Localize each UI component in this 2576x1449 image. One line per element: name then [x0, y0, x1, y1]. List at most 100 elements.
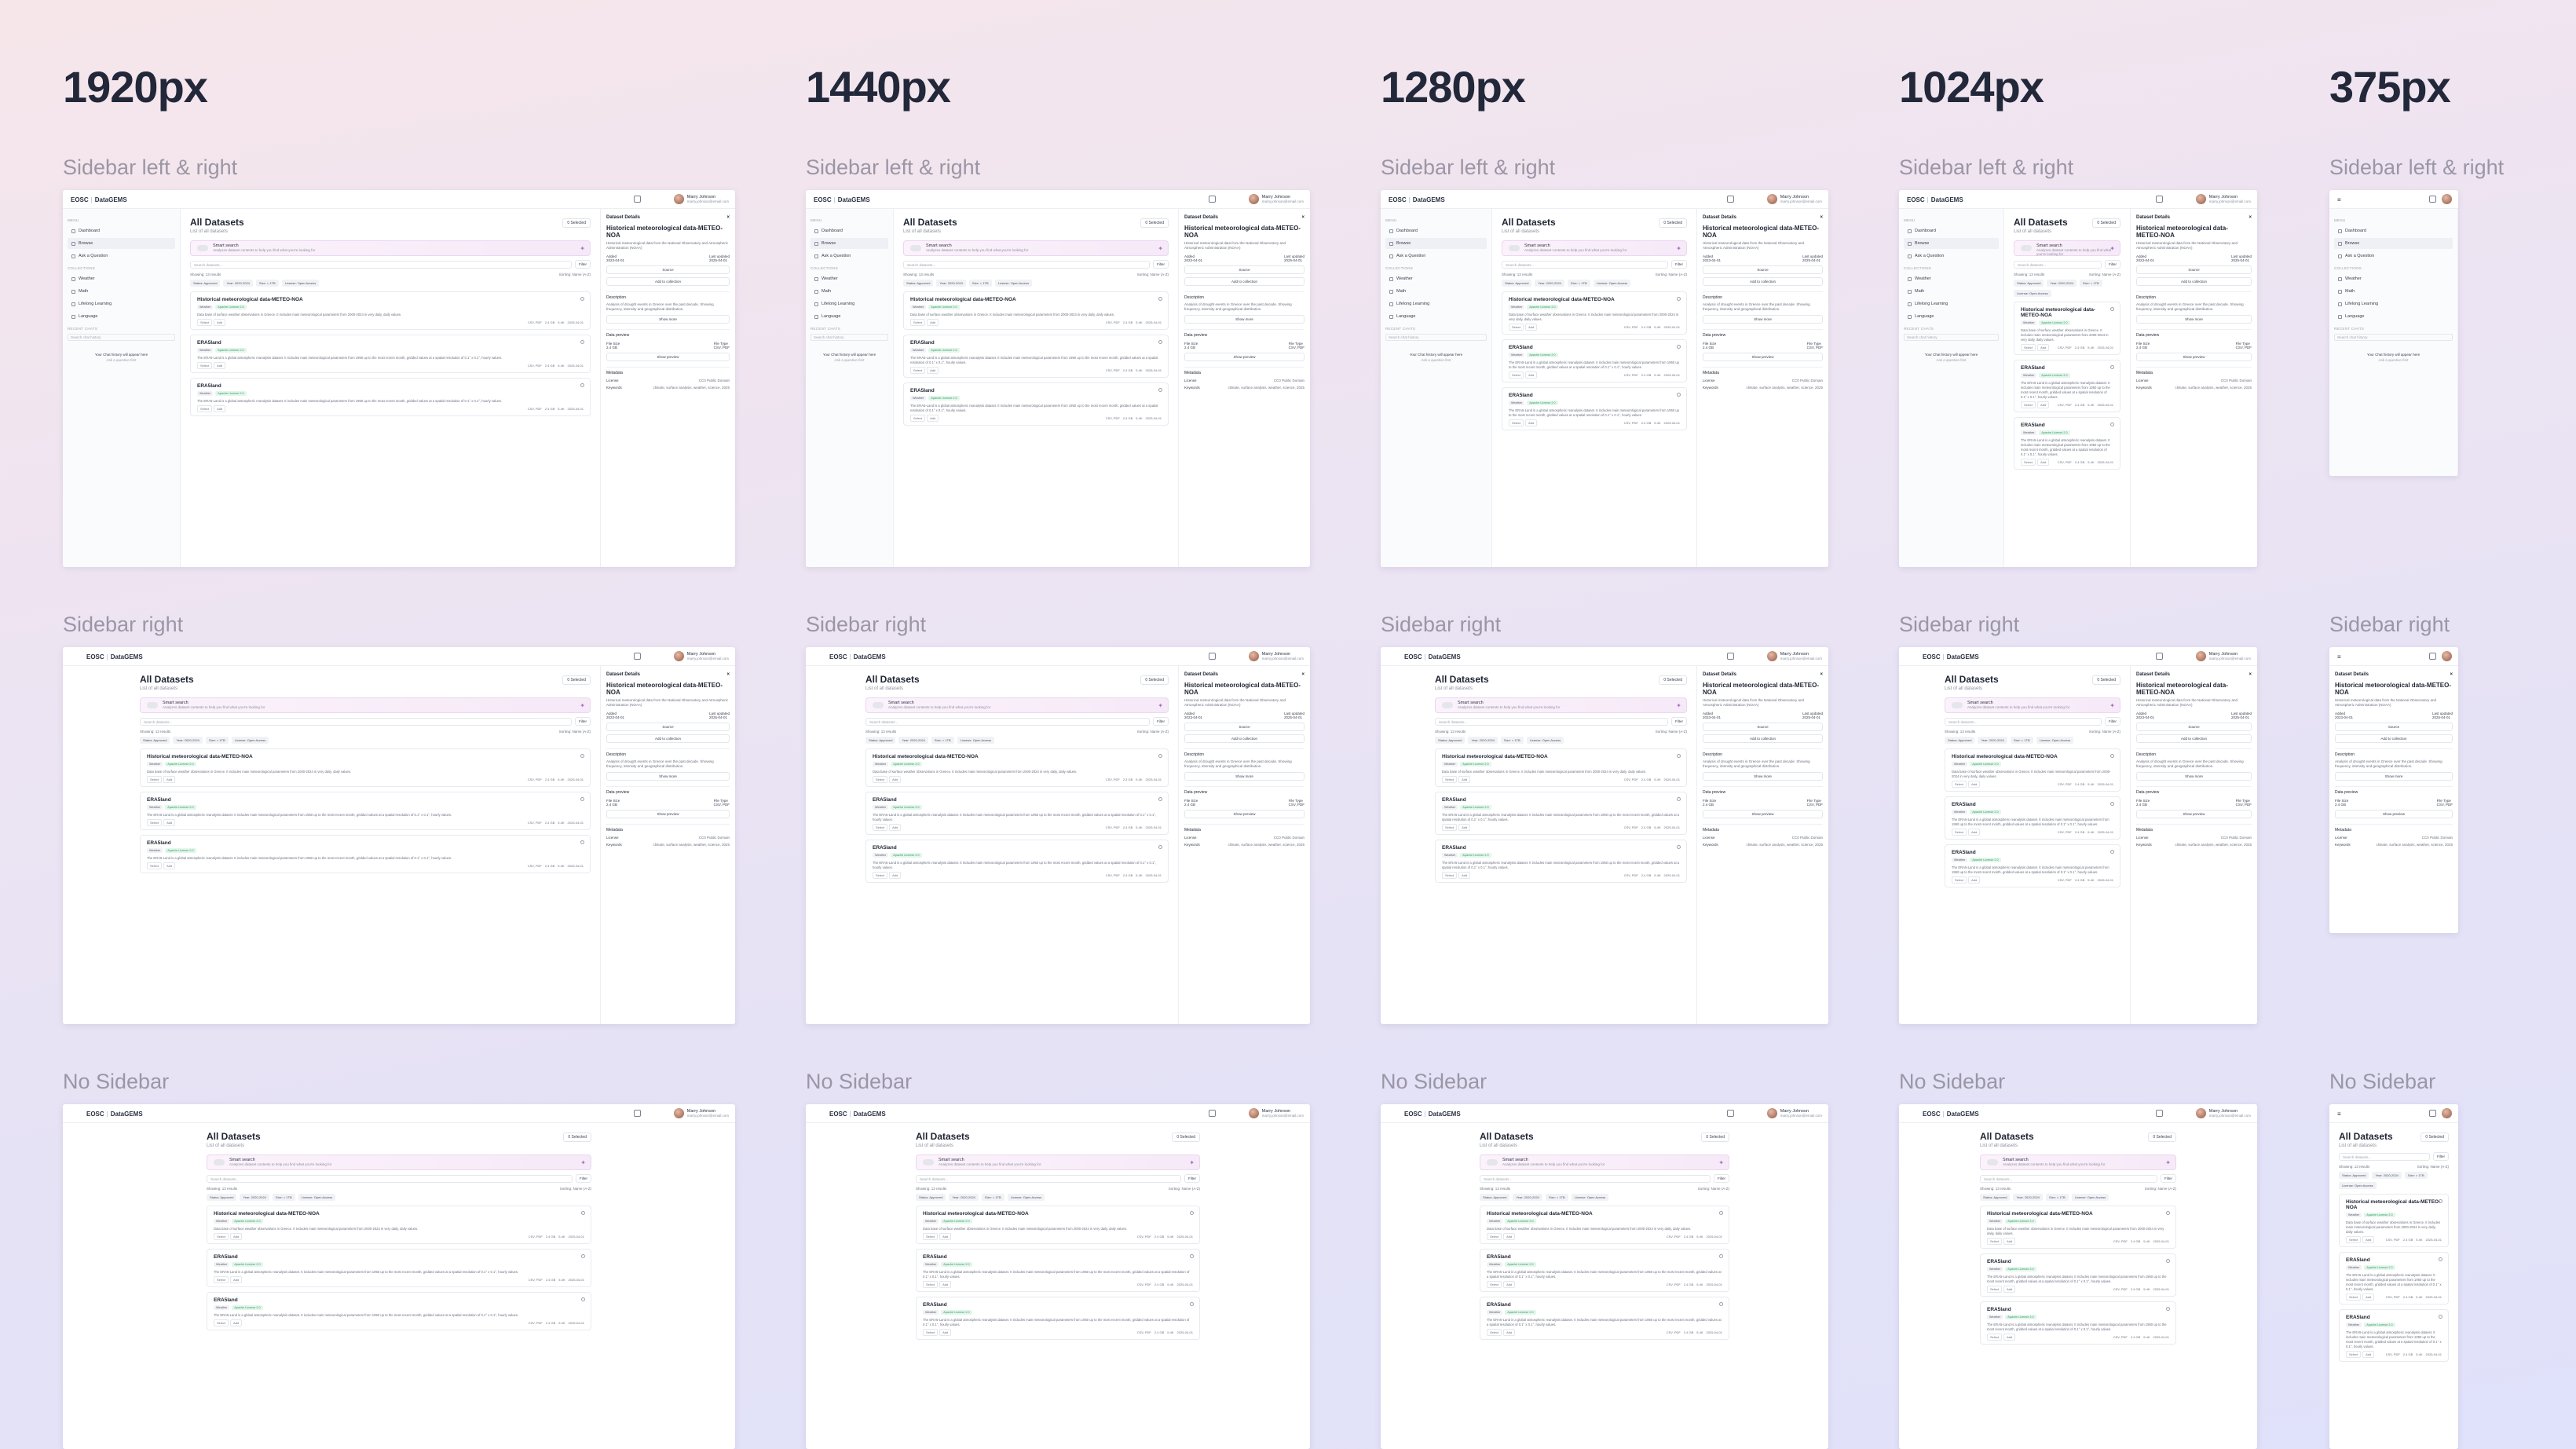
app-logo[interactable]: EOSC | DataGEMS	[86, 653, 143, 660]
add-button[interactable]: Add	[927, 319, 939, 326]
dataset-card[interactable]: ERA5land Weather Apache License 2.0 The ERA…	[1480, 1249, 1729, 1292]
show-more-button[interactable]: Show more	[2136, 772, 2252, 781]
user-menu[interactable]: Marry Johnson marry.johnson@email.com	[1766, 1108, 1822, 1118]
select-button[interactable]: Select	[1952, 876, 1967, 884]
source-button[interactable]: Source	[2335, 723, 2453, 731]
filter-chip[interactable]: Size: < 1TB	[931, 737, 954, 744]
add-button[interactable]: Add	[889, 824, 902, 831]
filter-chip[interactable]: Status: Approved	[1502, 280, 1532, 287]
filter-chip[interactable]: Year: 2020-2024	[2372, 1172, 2402, 1179]
select-button[interactable]: Select	[197, 405, 213, 412]
filter-chip[interactable]: Year: 2020-2024	[240, 1194, 269, 1201]
dataset-card[interactable]: Historical meteorological data-METEO-NOA…	[1480, 1206, 1729, 1244]
sorting-select[interactable]: Sorting: Name (A-Z)	[1137, 273, 1169, 276]
close-icon[interactable]: ×	[2249, 215, 2252, 220]
search-input[interactable]: Search datasets...	[2014, 260, 2102, 269]
smart-search-toggle[interactable]	[1509, 245, 1520, 251]
collection-item[interactable]: Weather	[68, 273, 175, 284]
share-icon[interactable]	[2156, 653, 2163, 660]
add-button[interactable]: Add	[163, 862, 176, 869]
bookmark-icon[interactable]	[1677, 754, 1681, 758]
show-preview-button[interactable]: Show preview	[606, 353, 730, 361]
app-logo[interactable]: ≡	[2337, 196, 2341, 203]
search-input[interactable]: Search datasets...	[1502, 260, 1668, 269]
share-icon[interactable]	[1209, 196, 1216, 203]
bookmark-icon[interactable]	[2110, 850, 2114, 854]
sorting-select[interactable]: Sorting: Name (A-Z)	[2089, 273, 2120, 276]
app-logo[interactable]: EOSC | DataGEMS	[1923, 1111, 1979, 1118]
source-button[interactable]: Source	[2136, 265, 2252, 274]
select-button[interactable]: Select	[1509, 324, 1524, 331]
user-menu[interactable]: Marry Johnson marry.johnson@email.com	[1248, 194, 1304, 204]
selected-button[interactable]: 0 Selected	[2092, 218, 2120, 228]
add-to-collection-button[interactable]: Add to collection	[1703, 277, 1823, 286]
filter-chip[interactable]: License: Open Access	[1526, 737, 1564, 744]
source-button[interactable]: Source	[606, 265, 730, 274]
dataset-card[interactable]: ERA5land Weather Apache License 2.0 The ERA…	[1502, 339, 1687, 382]
sorting-select[interactable]: Sorting: Name (A-Z)	[1169, 1187, 1200, 1191]
bookmark-icon[interactable]	[1190, 1254, 1194, 1258]
search-input[interactable]: Search datasets...	[207, 1174, 573, 1183]
filter-chip[interactable]: Size: < 1TB	[981, 1194, 1004, 1201]
dataset-title[interactable]: Historical meteorological data-METEO-NOA	[1509, 297, 1680, 302]
show-more-button[interactable]: Show more	[2136, 315, 2252, 324]
add-button[interactable]: Add	[1458, 872, 1471, 879]
user-menu[interactable]: Marry Johnson marry.johnson@email.com	[1248, 651, 1304, 661]
app-logo[interactable]: EOSC | DataGEMS	[814, 196, 870, 203]
share-icon[interactable]	[634, 1110, 641, 1117]
bookmark-icon[interactable]	[2110, 365, 2114, 369]
filter-button[interactable]: Filter	[575, 717, 591, 726]
select-button[interactable]: Select	[910, 319, 926, 326]
show-more-button[interactable]: Show more	[606, 772, 730, 781]
select-button[interactable]: Select	[1952, 829, 1967, 836]
selected-button[interactable]: 0 Selected	[2092, 675, 2120, 685]
bookmark-icon[interactable]	[580, 340, 584, 344]
add-button[interactable]: Add	[2037, 401, 2050, 408]
dataset-card[interactable]: ERA5land Weather Apache License 2.0 The ERA…	[903, 335, 1169, 378]
share-icon[interactable]	[1727, 196, 1734, 203]
source-button[interactable]: Source	[606, 723, 730, 731]
search-input[interactable]: Search datasets...	[1435, 717, 1668, 726]
bookmark-icon[interactable]	[2439, 1315, 2442, 1319]
sorting-select[interactable]: Sorting: Name (A-Z)	[1137, 730, 1169, 734]
menu-icon[interactable]: ≡	[2337, 196, 2341, 203]
smart-search-toggle[interactable]	[2021, 245, 2032, 251]
filter-chip[interactable]: License: Open Access	[2071, 1194, 2109, 1201]
smart-search-toggle[interactable]	[1487, 1159, 1498, 1165]
show-more-button[interactable]: Show more	[2335, 772, 2453, 781]
dataset-card[interactable]: Historical meteorological data-METEO-NOA…	[1945, 748, 2120, 792]
bookmark-icon[interactable]	[580, 297, 584, 301]
dataset-card[interactable]: ERA5land Weather Apache License 2.0 The ERA…	[2014, 360, 2120, 412]
smart-search-toggle[interactable]	[197, 245, 208, 251]
dataset-title[interactable]: ERA5land	[923, 1302, 1193, 1308]
filter-chip[interactable]: Status: Approved	[1980, 1194, 2011, 1201]
dataset-card[interactable]: ERA5land Weather Apache License 2.0 The ERA…	[916, 1249, 1200, 1292]
add-button[interactable]: Add	[927, 415, 939, 422]
show-more-button[interactable]: Show more	[606, 315, 730, 324]
share-icon[interactable]	[2429, 196, 2436, 203]
share-icon[interactable]	[1209, 653, 1216, 660]
filter-chip[interactable]: Status: Approved	[903, 280, 934, 287]
add-to-collection-button[interactable]: Add to collection	[2335, 734, 2453, 743]
filter-chip[interactable]: Status: Approved	[1480, 1194, 1510, 1201]
collection-item[interactable]: Weather	[810, 273, 888, 284]
filter-chip[interactable]: Year: 2020-2024	[1513, 1194, 1542, 1201]
chat-search-input[interactable]: Search chat history	[810, 334, 888, 341]
collection-item[interactable]: Weather	[1904, 273, 1999, 284]
bookmark-icon[interactable]	[2166, 1307, 2170, 1311]
show-preview-button[interactable]: Show preview	[1703, 353, 1823, 361]
sidebar-item[interactable]: Dashboard	[1385, 225, 1487, 236]
collection-item[interactable]: Math	[68, 286, 175, 297]
sidebar-item[interactable]: Ask a Question	[68, 251, 175, 262]
bookmark-icon[interactable]	[2110, 754, 2114, 758]
add-button[interactable]: Add	[1525, 371, 1538, 379]
filter-chip[interactable]: Year: 2020-2024	[1978, 737, 2007, 744]
sidebar-item[interactable]: Browse	[68, 238, 175, 249]
user-menu[interactable]	[2442, 194, 2452, 204]
dataset-card[interactable]: ERA5land Weather Apache License 2.0 The ERA…	[1945, 844, 2120, 887]
bookmark-icon[interactable]	[2110, 423, 2114, 426]
user-menu[interactable]	[2442, 1108, 2452, 1118]
filter-chip[interactable]: Status: Approved	[207, 1194, 237, 1201]
filter-button[interactable]: Filter	[1153, 717, 1169, 726]
share-icon[interactable]	[2429, 1110, 2436, 1117]
